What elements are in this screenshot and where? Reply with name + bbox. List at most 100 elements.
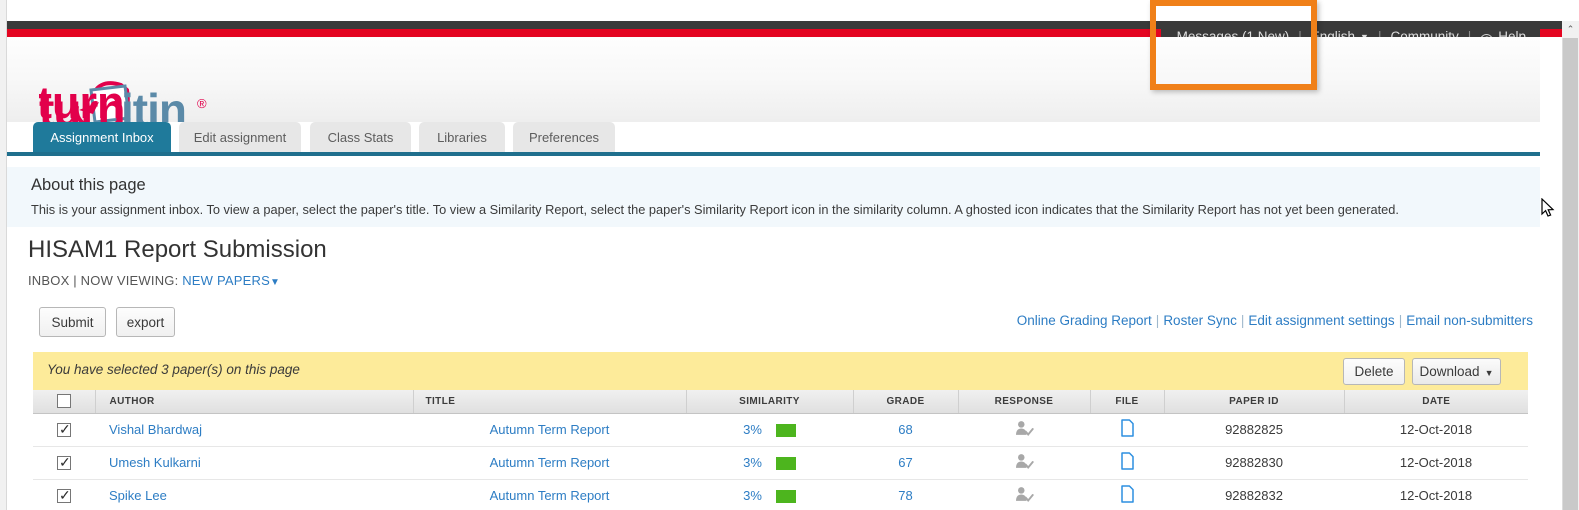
paper-title-link[interactable]: Autumn Term Report (490, 455, 610, 470)
column-header-title: TITLE (413, 390, 687, 414)
column-header-paper-id: PAPER ID (1164, 390, 1345, 414)
submit-button[interactable]: Submit (39, 307, 106, 337)
row-checkbox[interactable] (57, 486, 71, 504)
column-header-response: RESPONSE (958, 390, 1091, 414)
file-cell[interactable] (1090, 413, 1164, 447)
delete-button[interactable]: Delete (1343, 358, 1405, 385)
grade-cell: 78 (853, 479, 958, 510)
tab-underline (7, 152, 1540, 156)
breadcrumb: INBOX | NOW VIEWING: NEW PAPERS▼ (28, 273, 280, 288)
similarity-indicator-icon[interactable] (775, 457, 796, 471)
paper-id-cell: 92882830 (1164, 446, 1344, 480)
export-button[interactable]: export (116, 307, 175, 337)
similarity-indicator-icon[interactable] (775, 490, 796, 504)
link-separator-1: | (1155, 313, 1160, 328)
table-row: Spike Lee Autumn Term Report 3% 78 928828321… (33, 479, 1528, 510)
chevron-down-icon: ▼ (1484, 367, 1494, 378)
tab-preferences[interactable]: Preferences (513, 122, 615, 152)
assignment-tools-links: Online Grading Report | Roster Sync | Edit a… (1017, 313, 1533, 328)
similarity-percent[interactable]: 3% (743, 455, 762, 470)
browser-left-edge (0, 0, 7, 510)
annotation-highlight-box (1150, 0, 1317, 90)
similarity-cell[interactable]: 3% (686, 446, 853, 480)
paper-id-cell: 92882832 (1164, 479, 1344, 510)
online-grading-report-link[interactable]: Online Grading Report (1017, 313, 1152, 328)
person-check-icon (1016, 420, 1034, 436)
tab-bar: Assignment Inbox Edit assignment Class Sta… (7, 122, 1540, 154)
row-select-cell[interactable] (33, 479, 95, 510)
author-link[interactable]: Spike Lee (109, 488, 167, 503)
date-cell: 12-Oct-2018 (1344, 479, 1528, 510)
grade-link[interactable]: 67 (898, 455, 912, 470)
grade-cell: 67 (853, 446, 958, 480)
download-button[interactable]: Download ▼ (1412, 358, 1501, 385)
response-cell[interactable] (958, 413, 1090, 447)
title-cell: Autumn Term Report (413, 446, 686, 480)
page-root: Messages (1 New) | English▼ | Community … (0, 0, 1579, 510)
about-panel: About this page This is your assignment … (7, 167, 1540, 227)
paper-id-cell: 92882825 (1164, 413, 1344, 447)
row-select-cell[interactable] (33, 413, 95, 447)
grade-link[interactable]: 68 (898, 422, 912, 437)
author-link[interactable]: Vishal Bhardwaj (109, 422, 202, 437)
tab-assignment-inbox[interactable]: Assignment Inbox (33, 122, 171, 152)
edit-assignment-settings-link[interactable]: Edit assignment settings (1248, 313, 1394, 328)
column-header-similarity: SIMILARITY (686, 390, 854, 414)
breadcrumb-inbox[interactable]: INBOX (28, 273, 69, 288)
about-body: This is your assignment inbox. To view a… (31, 202, 1399, 217)
response-cell[interactable] (958, 446, 1090, 480)
select-all-checkbox[interactable] (56, 394, 71, 409)
author-link[interactable]: Umesh Kulkarni (109, 455, 201, 470)
file-cell[interactable] (1090, 479, 1164, 510)
similarity-cell[interactable]: 3% (686, 413, 853, 447)
column-header-file: FILE (1090, 390, 1165, 414)
column-header-author: AUTHOR (95, 390, 414, 414)
email-non-submitters-link[interactable]: Email non-submitters (1406, 313, 1533, 328)
paper-title-link[interactable]: Autumn Term Report (490, 488, 610, 503)
browser-top-strip (0, 0, 1579, 21)
similarity-cell[interactable]: 3% (686, 479, 853, 510)
document-icon (1120, 419, 1134, 437)
scroll-up-arrow-icon[interactable]: ⌃ (1562, 21, 1579, 38)
roster-sync-link[interactable]: Roster Sync (1163, 313, 1237, 328)
now-viewing-label: NOW VIEWING: (80, 273, 179, 288)
download-label: Download (1419, 364, 1480, 379)
table-row: Vishal Bhardwaj Autumn Term Report 3% 68 928… (33, 413, 1528, 447)
date-cell: 12-Oct-2018 (1344, 446, 1528, 480)
table-header-row: AUTHOR TITLE SIMILARITY GRADE RESPONSE F… (33, 390, 1528, 414)
tab-class-stats[interactable]: Class Stats (310, 122, 411, 152)
column-header-date: DATE (1344, 390, 1528, 414)
file-cell[interactable] (1090, 446, 1164, 480)
breadcrumb-separator: | (73, 273, 77, 288)
title-cell: Autumn Term Report (413, 479, 686, 510)
tab-edit-assignment[interactable]: Edit assignment (179, 122, 301, 152)
selection-message: You have selected 3 paper(s) on this pag… (47, 362, 300, 377)
select-all-header[interactable] (33, 390, 96, 414)
similarity-percent[interactable]: 3% (743, 422, 762, 437)
paper-title-link[interactable]: Autumn Term Report (490, 422, 610, 437)
author-cell: Umesh Kulkarni (95, 446, 413, 480)
column-header-grade: GRADE (853, 390, 959, 414)
document-icon (1120, 452, 1134, 470)
response-cell[interactable] (958, 479, 1090, 510)
grade-link[interactable]: 78 (898, 488, 912, 503)
document-icon (1120, 485, 1134, 503)
scrollbar-thumb[interactable] (1563, 38, 1578, 510)
author-cell: Vishal Bhardwaj (95, 413, 413, 447)
now-viewing-dropdown[interactable]: NEW PAPERS (182, 273, 270, 288)
chevron-down-icon[interactable]: ▼ (270, 277, 280, 288)
page-title: HISAM1 Report Submission (28, 236, 327, 263)
similarity-indicator-icon[interactable] (775, 424, 796, 438)
link-separator-3: | (1398, 313, 1403, 328)
similarity-percent[interactable]: 3% (743, 488, 762, 503)
grade-cell: 68 (853, 413, 958, 447)
author-cell: Spike Lee (95, 479, 413, 510)
row-checkbox[interactable] (57, 420, 71, 438)
tab-libraries[interactable]: Libraries (419, 122, 505, 152)
table-row: Umesh Kulkarni Autumn Term Report 3% 67 9288… (33, 446, 1528, 480)
row-select-cell[interactable] (33, 446, 95, 480)
svg-text:®: ® (197, 96, 207, 111)
table-body: Vishal Bhardwaj Autumn Term Report 3% 68 928… (33, 413, 1528, 510)
row-checkbox[interactable] (57, 453, 71, 471)
person-check-icon (1016, 486, 1034, 502)
